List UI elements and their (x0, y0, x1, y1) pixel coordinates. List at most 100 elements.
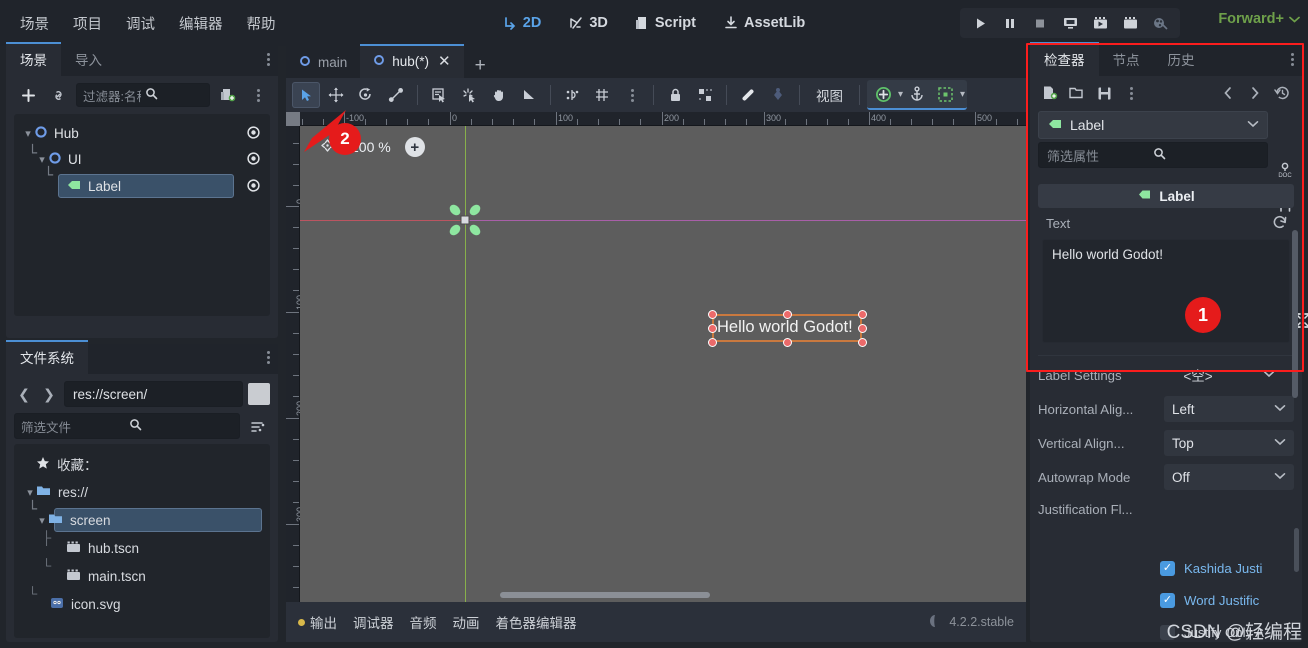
resize-handle[interactable] (708, 338, 717, 347)
layout-icon[interactable] (931, 81, 959, 107)
skeleton-icon[interactable] (764, 82, 792, 108)
anchor-icon[interactable] (903, 81, 931, 107)
filesystem-dock-menu-icon[interactable] (267, 351, 270, 364)
toggle-split-mode-icon[interactable] (248, 383, 270, 405)
object-history-icon[interactable] (1270, 82, 1294, 104)
add-node-icon[interactable] (869, 81, 897, 107)
resize-handle[interactable] (783, 338, 792, 347)
bottom-panel-output[interactable]: 输出 (298, 612, 337, 632)
flag-kashida-justification[interactable]: Kashida Justi (1160, 552, 1290, 584)
origin-gizmo[interactable] (446, 201, 484, 239)
resize-handle[interactable] (858, 338, 867, 347)
ruler-tool-icon[interactable] (455, 82, 483, 108)
checkbox-icon[interactable] (1160, 592, 1175, 608)
scene-filter-input[interactable]: 过滤器:名称、t: (76, 83, 210, 107)
menu-scene[interactable]: 场景 (10, 8, 59, 39)
play-custom-scene-icon[interactable] (1116, 10, 1144, 36)
scale-tool-icon[interactable] (382, 82, 410, 108)
flag-word-justification[interactable]: Word Justific (1160, 584, 1290, 616)
inspector-dock-menu-icon[interactable] (1291, 53, 1294, 66)
add-node-button[interactable] (16, 84, 40, 106)
expand-arrow-icon[interactable]: ▾ (22, 127, 34, 140)
chevron-down-icon[interactable] (1274, 438, 1286, 449)
menu-help[interactable]: 帮助 (237, 8, 286, 39)
text-property-textarea[interactable]: Hello world Godot! (1042, 239, 1308, 343)
chevron-down-icon[interactable] (1263, 370, 1275, 381)
tab-node[interactable]: 节点 (1099, 42, 1154, 76)
sort-options-icon[interactable] (246, 415, 270, 437)
tab-filesystem[interactable]: 文件系统 (6, 340, 88, 374)
bone-icon[interactable] (734, 82, 762, 108)
edited-object-selector[interactable]: Label (1038, 111, 1268, 139)
history-next-icon[interactable] (1243, 82, 1267, 104)
property-value-autowrap-mode[interactable]: Off (1164, 464, 1294, 490)
tab-script[interactable]: Script (630, 11, 702, 35)
filesystem-item-hub-tscn[interactable]: ├ hub.tscn (14, 530, 270, 562)
play-scene-icon[interactable] (1086, 10, 1114, 36)
nav-back-icon[interactable]: ❮ (14, 386, 34, 403)
open-resource-icon[interactable] (1065, 82, 1089, 104)
property-row-label-settings[interactable]: Label Settings <空> (1038, 358, 1294, 392)
checkbox-icon[interactable] (1160, 560, 1175, 576)
grid-snap-icon[interactable] (588, 82, 616, 108)
save-resource-icon[interactable] (1092, 82, 1116, 104)
chevron-down-icon[interactable] (1274, 472, 1286, 483)
rotate-tool-icon[interactable] (352, 82, 380, 108)
pause-icon[interactable] (996, 10, 1024, 36)
menu-editor[interactable]: 编辑器 (169, 8, 233, 39)
expand-arrow-icon[interactable]: ▾ (24, 486, 36, 499)
open-docs-icon[interactable]: DOC (1273, 158, 1297, 180)
scene-dock-menu-icon[interactable] (267, 53, 270, 66)
smart-snap-icon[interactable] (515, 82, 543, 108)
scene-tree-item-label-node[interactable]: └ Label (14, 166, 270, 200)
attach-script-button[interactable] (216, 84, 240, 106)
filesystem-item-main-tscn[interactable]: └ main.tscn (14, 558, 270, 590)
current-path-field[interactable]: res://screen/ (64, 381, 243, 407)
snapping-icon[interactable] (558, 82, 586, 108)
canvas-area[interactable]: -100 0 100 200 300 400 500 100 % + Hello… (286, 112, 1026, 602)
resize-handle[interactable] (783, 310, 792, 319)
view-menu-button[interactable]: 视图 (807, 82, 852, 108)
movie-maker-icon[interactable] (1146, 10, 1174, 36)
file-filter-input[interactable]: 筛选文件 (14, 413, 240, 439)
instantiate-scene-button[interactable] (46, 84, 70, 106)
property-filter-input[interactable]: 筛选属性 (1038, 142, 1268, 168)
property-row-horizontal-alignment[interactable]: Horizontal Alig... Left (1038, 392, 1294, 426)
filesystem-item-screen[interactable]: └ ▾ screen (14, 500, 270, 534)
scene-tree-menu-icon[interactable] (246, 84, 270, 106)
inspector-scrollbar[interactable] (1292, 230, 1298, 398)
history-prev-icon[interactable] (1216, 82, 1240, 104)
select-tool-icon[interactable] (292, 82, 320, 108)
nav-forward-icon[interactable]: ❯ (39, 386, 59, 403)
tab-2d[interactable]: 2D (497, 11, 548, 35)
filesystem-item-icon-svg[interactable]: └ icon.svg (14, 586, 270, 618)
visibility-eye-icon[interactable] (246, 178, 261, 196)
pan-tool-icon[interactable] (485, 82, 513, 108)
move-tool-icon[interactable] (322, 82, 350, 108)
tab-assetlib[interactable]: AssetLib (718, 11, 811, 35)
snap-options-icon[interactable] (618, 82, 646, 108)
resize-handle[interactable] (708, 310, 717, 319)
tab-history[interactable]: 历史 (1154, 42, 1209, 76)
canvas-viewport[interactable]: 100 % + ✛ Hel (300, 126, 1026, 602)
zoom-in-icon[interactable]: + (404, 137, 425, 157)
list-select-icon[interactable] (425, 82, 453, 108)
resize-handle[interactable] (858, 324, 867, 333)
scene-tab-main[interactable]: main (286, 47, 360, 78)
new-resource-icon[interactable] (1038, 82, 1062, 104)
scene-tab-hub[interactable]: hub(*) ✕ (360, 44, 464, 78)
run-project-icon[interactable] (1056, 10, 1084, 36)
chevron-down-icon[interactable] (1247, 120, 1259, 131)
add-scene-tab-button[interactable]: + (464, 54, 497, 78)
property-row-vertical-alignment[interactable]: Vertical Align... Top (1038, 426, 1294, 460)
bottom-panel-animation[interactable]: 动画 (453, 612, 480, 632)
scene-tree-item-hub[interactable]: ▾ Hub (14, 120, 270, 146)
property-value-vertical-alignment[interactable]: Top (1164, 430, 1294, 456)
renderer-selector[interactable]: Forward+ (1218, 11, 1300, 27)
property-row-autowrap-mode[interactable]: Autowrap Mode Off (1038, 460, 1294, 494)
play-icon[interactable] (966, 10, 994, 36)
tab-inspector[interactable]: 检查器 (1030, 42, 1099, 76)
chevron-down-icon[interactable] (1274, 404, 1286, 415)
expand-arrow-icon[interactable]: ▾ (36, 153, 48, 166)
extra-options-icon[interactable] (1119, 82, 1143, 104)
